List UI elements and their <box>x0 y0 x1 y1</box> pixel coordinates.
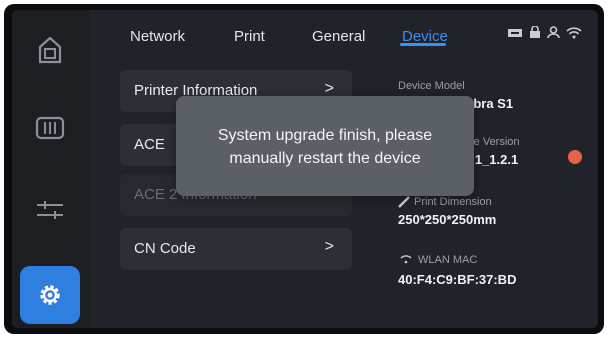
status-bar <box>507 26 582 39</box>
print-dimension-value: 250*250*250mm <box>398 212 497 227</box>
wlan-mac-value: 40:F4:C9:BF:37:BD <box>398 272 517 287</box>
ruler-icon <box>398 196 410 208</box>
device-model-label: Device Model <box>398 80 465 92</box>
tab-print[interactable]: Print <box>234 28 265 45</box>
top-tabs: Network Print General Device <box>110 18 470 56</box>
dialog-message: System upgrade finish, please manually r… <box>176 124 474 170</box>
chevron-right-icon: > <box>324 238 334 255</box>
dialog-message-line-2: manually restart the device <box>229 150 421 167</box>
home-icon <box>38 36 62 64</box>
user-icon <box>547 26 560 39</box>
sidebar-item-calibration[interactable] <box>20 186 80 234</box>
wlan-mac-label: WLAN MAC <box>418 254 478 266</box>
update-indicator <box>568 150 582 164</box>
gear-icon <box>40 285 60 305</box>
menu-item-cn-code[interactable]: CN Code > <box>120 228 352 270</box>
filament-spool-icon <box>35 116 65 140</box>
sidebar <box>12 10 90 328</box>
tab-network[interactable]: Network <box>130 28 185 45</box>
calibration-icon <box>37 201 63 219</box>
wifi-icon <box>566 27 582 39</box>
lock-icon <box>530 26 540 38</box>
print-dimension-label: Print Dimension <box>414 196 492 208</box>
menu-item-label: CN Code <box>134 240 196 257</box>
active-tab-indicator <box>400 43 446 46</box>
wifi-icon <box>400 255 412 264</box>
dialog-message-line-1: System upgrade finish, please <box>217 127 433 144</box>
printer-status-icon <box>508 28 522 37</box>
sidebar-item-home[interactable] <box>20 26 80 74</box>
touch-screen: Network Print General Device Printer Inf… <box>12 10 598 328</box>
tab-general[interactable]: General <box>312 28 365 45</box>
menu-item-label: ACE <box>134 136 165 153</box>
upgrade-finished-dialog[interactable]: System upgrade finish, please manually r… <box>176 96 474 196</box>
sidebar-item-settings[interactable] <box>20 266 80 324</box>
sidebar-item-filament[interactable] <box>20 104 80 152</box>
firmware-version-label: re Version <box>470 136 520 148</box>
